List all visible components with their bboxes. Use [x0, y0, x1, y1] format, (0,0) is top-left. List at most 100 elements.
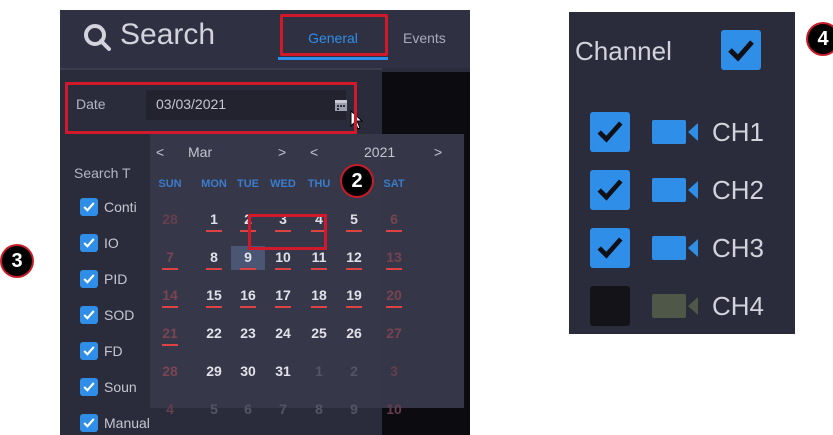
- step-marker-2: 2: [342, 166, 372, 196]
- recording-underline: [346, 306, 362, 308]
- calendar-day-number: 4: [166, 401, 174, 417]
- camera-icon: [652, 233, 700, 263]
- calendar-day[interactable]: 1: [197, 208, 231, 232]
- calendar-day[interactable]: 7: [266, 398, 300, 422]
- calendar-day[interactable]: 5: [197, 398, 231, 422]
- calendar-day[interactable]: 5: [337, 208, 371, 232]
- calendar-day[interactable]: 12: [337, 246, 371, 270]
- calendar-day[interactable]: 6: [231, 398, 265, 422]
- calendar-day[interactable]: 30: [231, 360, 265, 384]
- calendar-day[interactable]: 31: [266, 360, 300, 384]
- calendar-day[interactable]: 26: [337, 322, 371, 346]
- calendar-day-number: 15: [206, 287, 222, 303]
- step-marker-3: 3: [2, 246, 32, 276]
- search-type-item[interactable]: SOD: [80, 304, 134, 326]
- channel-row[interactable]: CH4: [590, 286, 764, 326]
- check-icon: [597, 237, 623, 259]
- calendar-day-number: 23: [240, 325, 256, 341]
- channel-checkbox[interactable]: [590, 286, 630, 326]
- calendar-day[interactable]: 3: [377, 360, 411, 384]
- next-month-button[interactable]: >: [278, 144, 286, 160]
- channel-checkbox[interactable]: [590, 228, 630, 268]
- channel-row[interactable]: CH2: [590, 170, 764, 210]
- search-type-item[interactable]: IO: [80, 232, 119, 254]
- search-type-checkbox[interactable]: [80, 198, 98, 216]
- search-type-item-label: IO: [104, 235, 119, 251]
- calendar-day[interactable]: 18: [302, 284, 336, 308]
- channel-checkbox[interactable]: [590, 170, 630, 210]
- calendar-day[interactable]: 2: [337, 360, 371, 384]
- prev-month-button[interactable]: <: [156, 144, 164, 160]
- search-type-item[interactable]: Soun: [80, 376, 137, 398]
- calendar-day-number: 31: [275, 363, 291, 379]
- calendar-day[interactable]: 16: [231, 284, 265, 308]
- calendar-day-number: 10: [386, 401, 402, 417]
- search-type-checkbox[interactable]: [80, 306, 98, 324]
- calendar-day[interactable]: 28: [153, 208, 187, 232]
- next-year-button[interactable]: >: [434, 144, 442, 160]
- search-type-item[interactable]: PID: [80, 268, 127, 290]
- search-type-item[interactable]: Conti: [80, 196, 137, 218]
- calendar-day-number: 3: [390, 363, 398, 379]
- recording-underline: [275, 268, 291, 270]
- calendar-day[interactable]: 19: [337, 284, 371, 308]
- calendar-day[interactable]: 23: [231, 322, 265, 346]
- camera-icon: [652, 117, 700, 147]
- calendar-day[interactable]: 17: [266, 284, 300, 308]
- calendar-day-number: 27: [386, 325, 402, 341]
- search-type-item[interactable]: Manual: [80, 412, 150, 434]
- search-type-item-label: Manual: [104, 415, 150, 431]
- search-title: Search: [120, 18, 216, 51]
- select-all-channels-checkbox[interactable]: [721, 30, 761, 70]
- calendar-day[interactable]: 6: [377, 208, 411, 232]
- channel-label: CH2: [712, 174, 765, 205]
- calendar-day[interactable]: 20: [377, 284, 411, 308]
- recording-underline: [346, 268, 362, 270]
- check-icon: [83, 274, 95, 284]
- step-marker-4: 4: [808, 24, 833, 54]
- calendar-day[interactable]: 8: [302, 398, 336, 422]
- calendar-day[interactable]: 1: [302, 360, 336, 384]
- calendar-day[interactable]: 7: [153, 246, 187, 270]
- check-icon: [83, 346, 95, 356]
- search-type-checkbox[interactable]: [80, 414, 98, 432]
- channel-checkbox[interactable]: [590, 112, 630, 152]
- channel-row[interactable]: CH3: [590, 228, 764, 268]
- search-type-checkbox[interactable]: [80, 270, 98, 288]
- calendar-day-number: 28: [162, 363, 178, 379]
- calendar-day[interactable]: 14: [153, 284, 187, 308]
- search-type-checkbox[interactable]: [80, 342, 98, 360]
- recording-underline: [240, 268, 256, 270]
- recording-underline: [386, 306, 402, 308]
- search-icon: [84, 24, 111, 51]
- calendar-day-number: 12: [346, 249, 362, 265]
- calendar-day-number: 30: [240, 363, 256, 379]
- calendar-day[interactable]: 15: [197, 284, 231, 308]
- header-divider: [60, 68, 382, 70]
- calendar-day-number: 2: [350, 363, 358, 379]
- weekday-label: THU: [307, 178, 331, 190]
- calendar-day-number: 25: [311, 325, 327, 341]
- channel-title: Channel: [575, 36, 672, 66]
- calendar-day[interactable]: 8: [197, 246, 231, 270]
- search-type-item[interactable]: FD: [80, 340, 123, 362]
- calendar-day[interactable]: 28: [153, 360, 187, 384]
- search-type-item-label: SOD: [104, 307, 135, 323]
- calendar-day[interactable]: 24: [266, 322, 300, 346]
- calendar-day[interactable]: 13: [377, 246, 411, 270]
- calendar-day[interactable]: 22: [197, 322, 231, 346]
- calendar-day[interactable]: 21: [153, 322, 187, 346]
- calendar-day[interactable]: 27: [377, 322, 411, 346]
- calendar-day[interactable]: 10: [377, 398, 411, 422]
- calendar-day[interactable]: 4: [153, 398, 187, 422]
- search-type-checkbox[interactable]: [80, 378, 98, 396]
- channel-row[interactable]: CH1: [590, 112, 764, 152]
- calendar-day[interactable]: 29: [197, 360, 231, 384]
- search-type-checkbox[interactable]: [80, 234, 98, 252]
- calendar-day-number: 19: [346, 287, 362, 303]
- calendar-day-number: 10: [275, 249, 291, 265]
- calendar-day[interactable]: 9: [337, 398, 371, 422]
- prev-year-button[interactable]: <: [310, 144, 318, 160]
- tab-events[interactable]: Events: [403, 16, 463, 60]
- calendar-day[interactable]: 25: [302, 322, 336, 346]
